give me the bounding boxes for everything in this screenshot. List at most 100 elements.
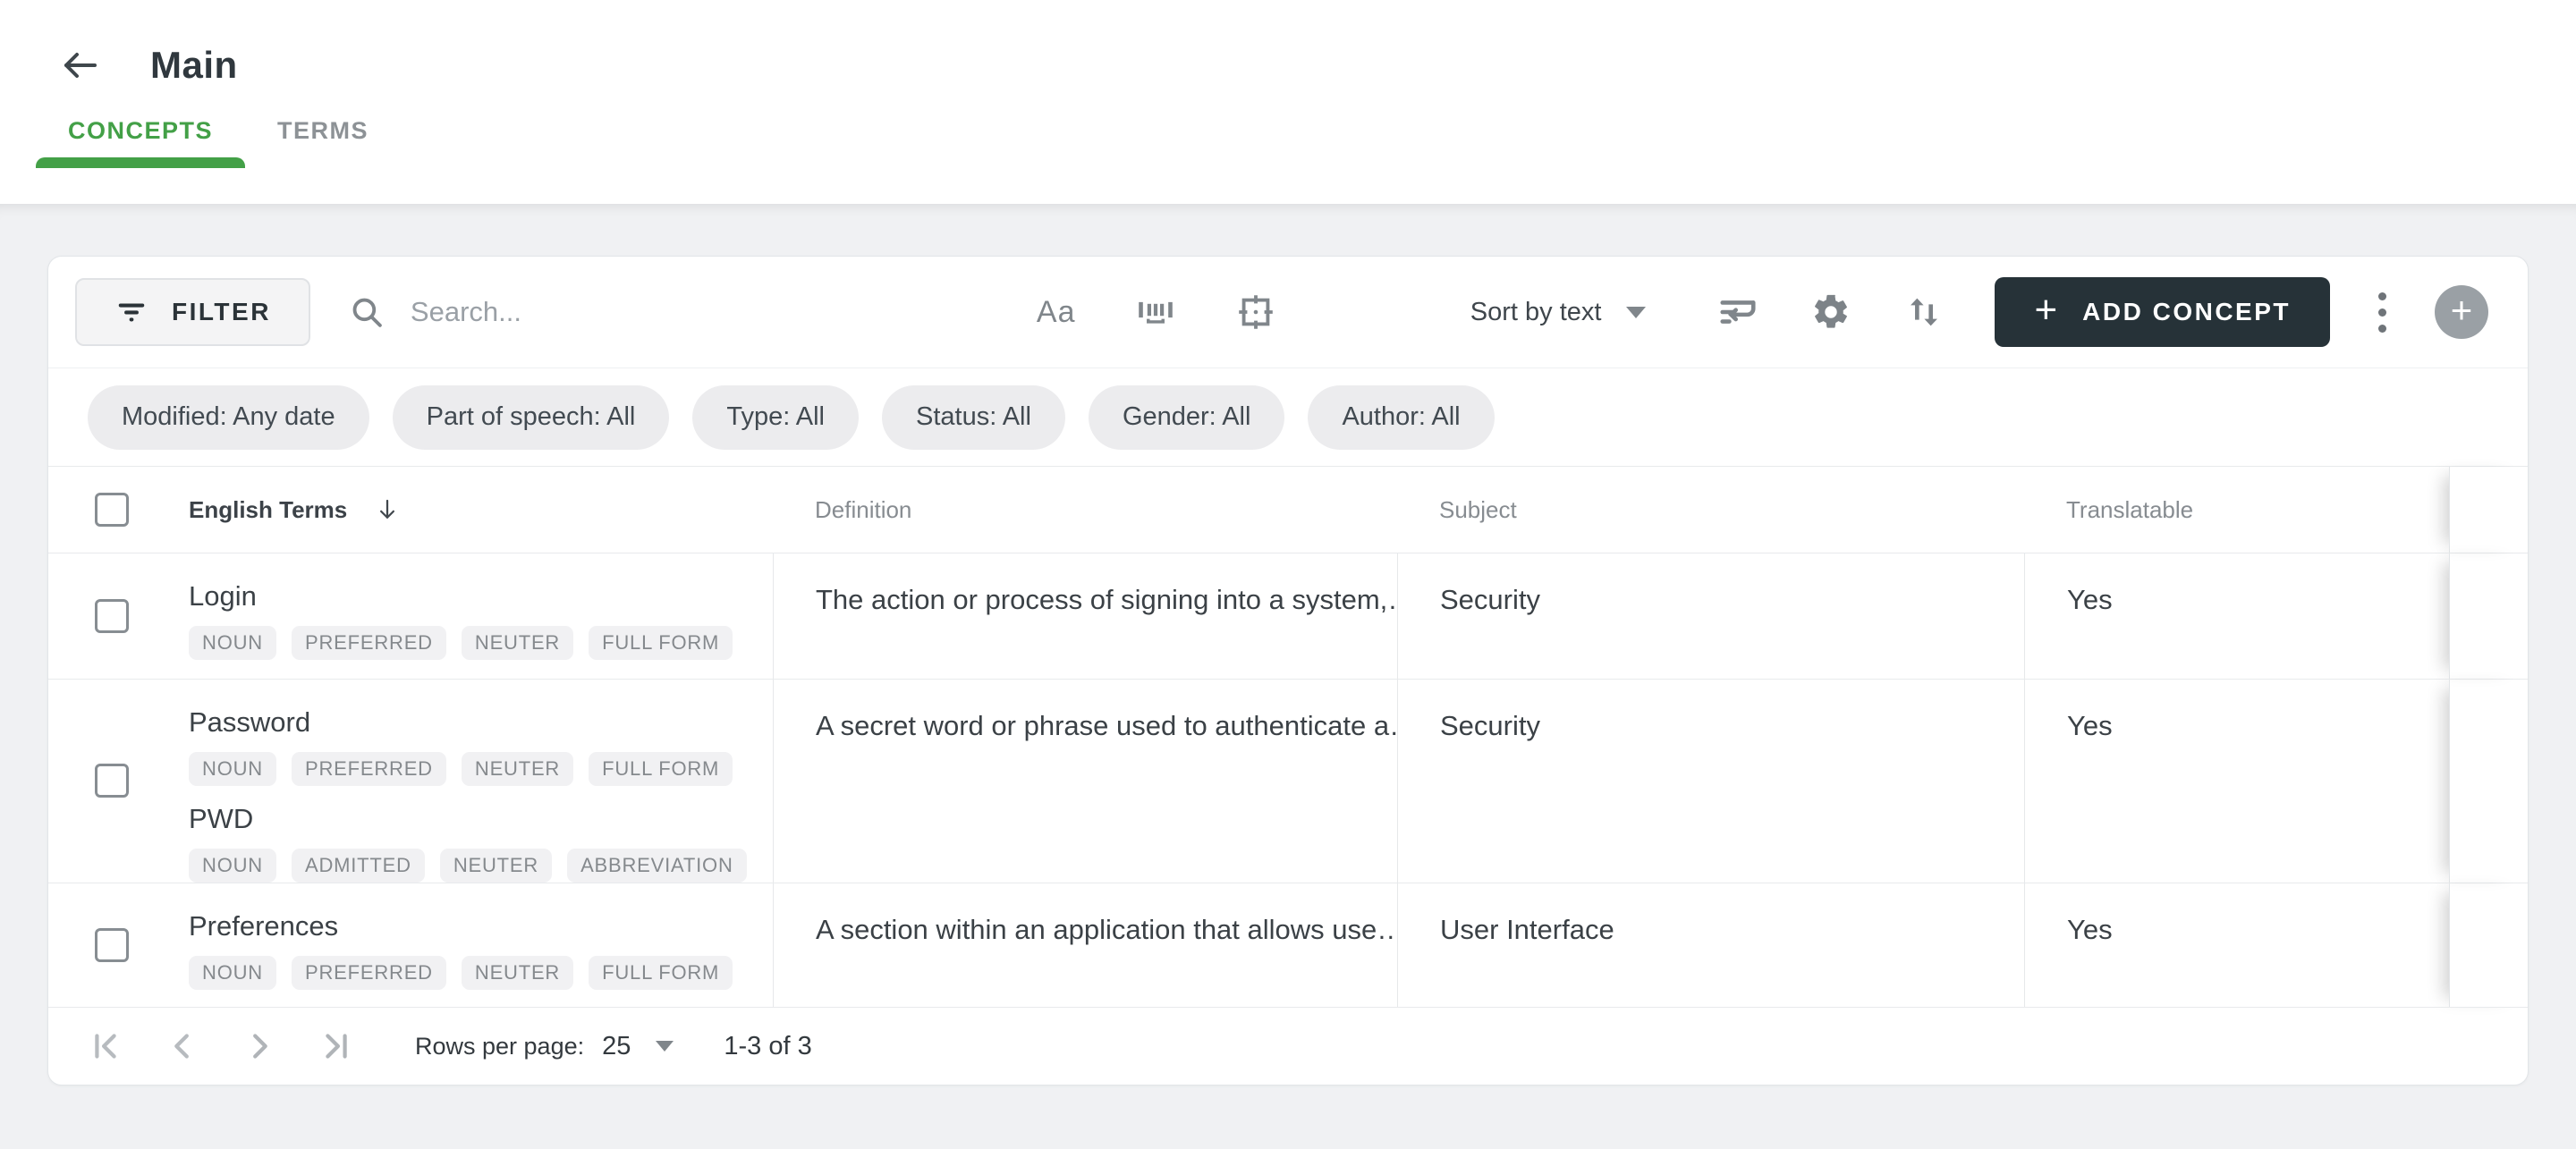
focus-frame-button[interactable] xyxy=(1235,291,1276,333)
last-page-icon xyxy=(316,1026,357,1067)
row-actions-cell xyxy=(2449,553,2528,679)
column-header-definition[interactable]: Definition xyxy=(773,496,1397,524)
term-tag: NEUTER xyxy=(439,848,553,883)
translatable-cell: Yes xyxy=(2024,553,2449,679)
term-tag: PREFERRED xyxy=(291,751,446,786)
kebab-dot xyxy=(2378,291,2386,300)
match-case-icon: Aa xyxy=(1036,294,1076,329)
first-page-button[interactable] xyxy=(84,1025,127,1068)
definition-cell: The action or process of signing into a … xyxy=(773,553,1397,679)
column-header-subject[interactable]: Subject xyxy=(1397,496,2024,524)
filter-icon xyxy=(114,295,148,329)
swap-vert-icon xyxy=(1903,291,1945,333)
caret-down-icon xyxy=(1626,306,1647,318)
kebab-dot xyxy=(2378,308,2386,317)
page-title: Main xyxy=(150,44,238,86)
wrap-text-button[interactable] xyxy=(1717,291,1758,333)
search-placeholder: Search... xyxy=(410,296,521,327)
subject-cell: Security xyxy=(1397,679,2024,883)
terms-cell: Password NOUN PREFERRED NEUTER FULL FORM… xyxy=(189,680,773,883)
term-tag: NEUTER xyxy=(461,751,574,786)
sort-desc-arrow-icon xyxy=(374,496,401,523)
toolbar: FILTER Search... Aa Sort by text + ADD C… xyxy=(48,257,2528,368)
kebab-dot xyxy=(2378,324,2386,333)
term-tag: ADMITTED xyxy=(291,848,425,883)
term-tag: NOUN xyxy=(189,955,276,990)
chip-author[interactable]: Author: All xyxy=(1308,384,1495,450)
filter-button[interactable]: FILTER xyxy=(75,278,310,346)
last-page-button[interactable] xyxy=(315,1025,358,1068)
translatable-cell: Yes xyxy=(2024,679,2449,883)
term-tag: PREFERRED xyxy=(291,626,446,660)
chip-type[interactable]: Type: All xyxy=(692,384,859,450)
chip-status[interactable]: Status: All xyxy=(881,384,1065,450)
filter-chips-row: Modified: Any date Part of speech: All T… xyxy=(48,368,2528,467)
first-page-icon xyxy=(85,1026,126,1067)
quick-add-button[interactable]: + xyxy=(2435,285,2488,339)
definition-cell: A secret word or phrase used to authenti… xyxy=(773,679,1397,883)
concepts-card: FILTER Search... Aa Sort by text + ADD C… xyxy=(47,256,2529,1086)
arrow-left-icon xyxy=(59,44,102,87)
table-row[interactable]: Login NOUN PREFERRED NEUTER FULL FORM Th… xyxy=(48,553,2528,679)
row-actions-cell xyxy=(2449,679,2528,883)
term-text: Login xyxy=(189,580,257,612)
term-tag: PREFERRED xyxy=(291,955,446,990)
next-page-button[interactable] xyxy=(238,1025,281,1068)
app-header: Main CONCEPTS TERMS xyxy=(0,0,2576,204)
sort-by-select[interactable]: Sort by text xyxy=(1470,298,1647,327)
table-row[interactable]: Preferences NOUN PREFERRED NEUTER FULL F… xyxy=(48,882,2528,1008)
tab-terms[interactable]: TERMS xyxy=(245,93,401,168)
select-all-checkbox[interactable] xyxy=(95,493,129,527)
chip-modified[interactable]: Modified: Any date xyxy=(88,384,369,450)
translatable-cell: Yes xyxy=(2024,883,2449,1007)
column-header-english-terms[interactable]: English Terms xyxy=(189,496,773,524)
term-tag: NEUTER xyxy=(461,626,574,660)
term-tag: NEUTER xyxy=(461,955,574,990)
whole-word-button[interactable] xyxy=(1135,291,1176,333)
definition-cell: A section within an application that all… xyxy=(773,883,1397,1007)
term-text: Preferences xyxy=(189,909,339,942)
term-tag: FULL FORM xyxy=(589,955,733,990)
rows-per-page-select[interactable]: Rows per page: 25 xyxy=(415,1032,674,1061)
term-tag: FULL FORM xyxy=(589,751,733,786)
terms-cell: Preferences NOUN PREFERRED NEUTER FULL F… xyxy=(189,883,773,1008)
term-tag: NOUN xyxy=(189,751,276,786)
chevron-left-icon xyxy=(162,1026,203,1067)
chip-gender[interactable]: Gender: All xyxy=(1088,384,1285,450)
pinned-actions-column xyxy=(2449,467,2528,553)
search-icon xyxy=(348,293,386,331)
term-tag: NOUN xyxy=(189,626,276,660)
chevron-right-icon xyxy=(239,1026,280,1067)
subject-cell: User Interface xyxy=(1397,883,2024,1007)
term-text: PWD xyxy=(189,802,254,834)
match-case-button[interactable]: Aa xyxy=(1037,295,1076,330)
subject-cell: Security xyxy=(1397,553,2024,679)
table-row[interactable]: Password NOUN PREFERRED NEUTER FULL FORM… xyxy=(48,678,2528,883)
term-tag: ABBREVIATION xyxy=(567,848,747,883)
more-options-button[interactable] xyxy=(2369,283,2395,342)
gear-icon xyxy=(1810,291,1852,333)
add-concept-button[interactable]: + ADD CONCEPT xyxy=(1995,277,2330,347)
settings-button[interactable] xyxy=(1810,291,1852,333)
search-input[interactable]: Search... xyxy=(348,293,920,331)
whole-word-icon xyxy=(1135,291,1176,333)
wrap-text-icon xyxy=(1717,291,1758,333)
focus-frame-icon xyxy=(1235,291,1276,333)
column-header-translatable[interactable]: Translatable xyxy=(2024,496,2449,524)
row-checkbox[interactable] xyxy=(95,598,129,633)
term-tag: NOUN xyxy=(189,848,276,883)
terms-cell: Login NOUN PREFERRED NEUTER FULL FORM xyxy=(189,553,773,679)
row-checkbox[interactable] xyxy=(95,927,129,962)
add-concept-label: ADD CONCEPT xyxy=(2082,298,2291,325)
previous-page-button[interactable] xyxy=(161,1025,204,1068)
plus-icon: + xyxy=(2034,288,2058,332)
back-button[interactable] xyxy=(55,40,106,90)
rows-per-page-value: 25 xyxy=(602,1031,631,1060)
row-actions-cell xyxy=(2449,883,2528,1007)
chip-part-of-speech[interactable]: Part of speech: All xyxy=(392,384,670,450)
tab-bar: CONCEPTS TERMS xyxy=(36,93,2576,168)
sort-order-button[interactable] xyxy=(1903,291,1945,333)
row-checkbox[interactable] xyxy=(95,764,129,798)
term-text: Password xyxy=(189,705,311,738)
tab-concepts[interactable]: CONCEPTS xyxy=(36,93,246,168)
